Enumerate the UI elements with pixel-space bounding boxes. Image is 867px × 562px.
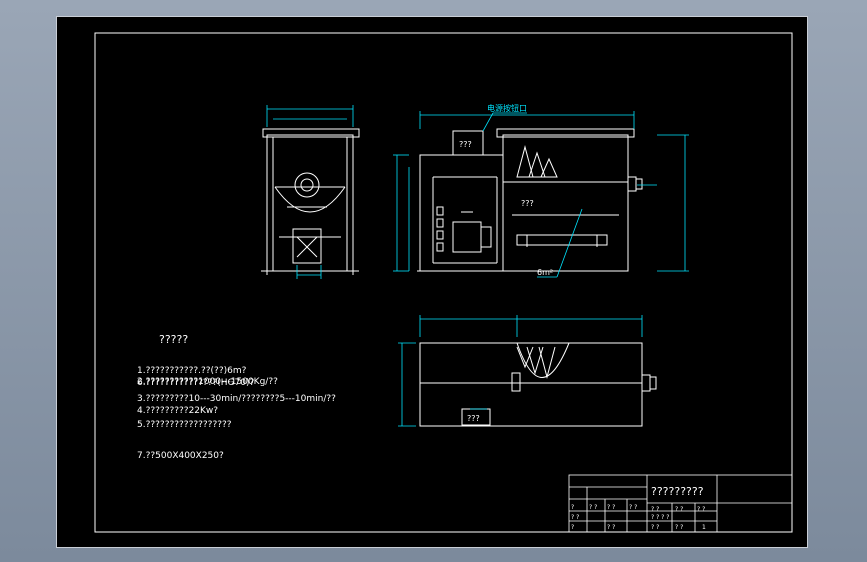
side-view [261, 128, 360, 275]
title-cell: ? ? [571, 514, 579, 521]
requirements: ????? 1.???????????.??(??)6m? 6.????????… [137, 333, 336, 461]
title-cell: ? ? [675, 506, 683, 513]
title-block-cells: ? ? ? ? ? ? ? ? ? ? ? ? ? ? ? ? ? ? ? ? … [571, 504, 706, 531]
requirement-item: 4.?????????22Kw? [137, 406, 218, 416]
title-cell: ? ? [607, 524, 615, 531]
elevation-mid-label: ??? [521, 199, 534, 208]
title-cell: ? ? [651, 506, 659, 513]
title-cell: ? ? ? ? [651, 514, 669, 521]
title-cell: ? ? [607, 504, 615, 511]
title-cell: ? ? [675, 524, 683, 531]
title-cell: ? ? [651, 524, 659, 531]
plan-view [419, 342, 657, 427]
title-cell: ? ? [589, 504, 597, 511]
plan-view-dims [398, 315, 643, 427]
title-cell: ? [571, 504, 574, 511]
area-label: 6m² [537, 268, 553, 277]
motor-label: 电源按钮口 [487, 103, 527, 113]
requirement-item: 7.??500X400X250? [137, 451, 224, 461]
drawing-sheet: 电源按钮口 ??? ??? 6m² ??? ????? 1.??????????… [56, 16, 808, 548]
requirements-heading: ????? [159, 333, 188, 346]
cad-drawing: 电源按钮口 ??? ??? 6m² ??? ????? 1.??????????… [94, 32, 793, 533]
cad-viewport[interactable]: 电源按钮口 ??? ??? 6m² ??? ????? 1.??????????… [0, 0, 867, 562]
title-cell: ? ? [697, 506, 705, 513]
front-elevation-dims [393, 111, 689, 278]
requirement-item: 2.???????????1000---1500Kg/?? [137, 377, 278, 387]
motor-box-label: ??? [459, 140, 472, 149]
title-cell: 1 [702, 524, 706, 531]
title-cell: ? [571, 524, 574, 531]
requirement-item: 5.?????????????????? [137, 420, 232, 430]
title-cell: ? ? [629, 504, 637, 511]
plan-box-label: ??? [467, 414, 480, 423]
title-block-title: ????????? [651, 485, 704, 498]
requirement-item: 1.???????????.??(??)6m? [137, 366, 247, 376]
side-view-dims [266, 105, 354, 279]
requirement-item: 3.?????????10---30min/????????5---10min/… [137, 394, 336, 404]
